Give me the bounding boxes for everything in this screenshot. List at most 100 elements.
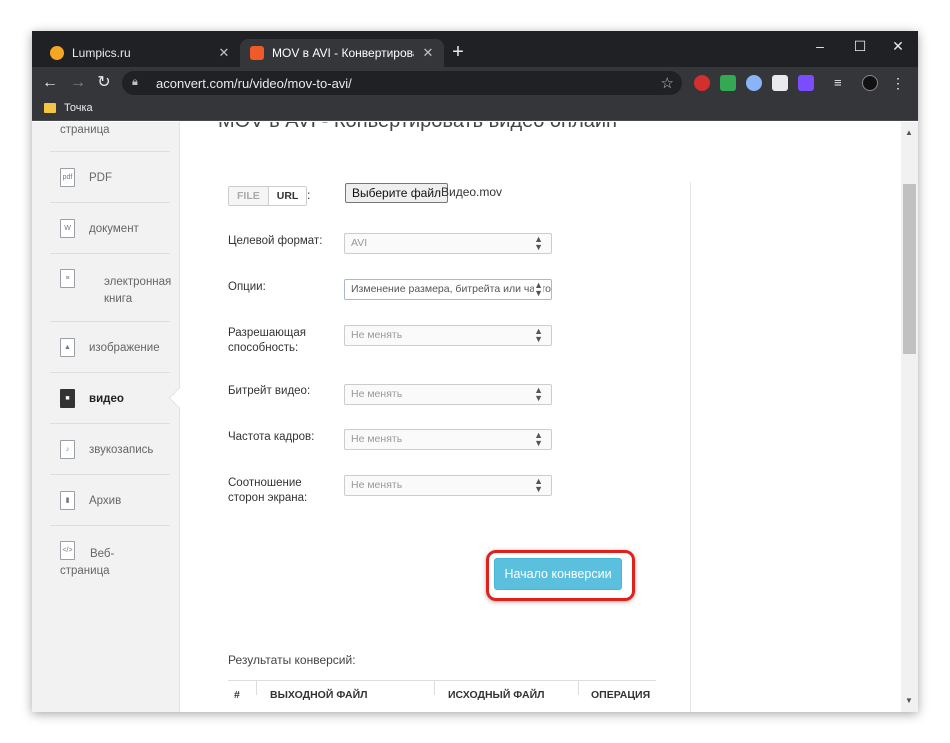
select-arrows-icon: ▲ ▼ bbox=[534, 476, 543, 494]
sidebar-item-archive[interactable]: ▮ Архив bbox=[50, 475, 170, 526]
select-value: Не менять bbox=[351, 388, 403, 400]
field-label-aspect: Соотношение сторон экрана: bbox=[228, 477, 308, 504]
aspect-ratio-select[interactable]: Не менять ▲ ▼ bbox=[344, 475, 552, 496]
tab-title: Lumpics.ru bbox=[72, 46, 131, 60]
source-colon: : bbox=[307, 188, 311, 202]
right-column-divider bbox=[690, 182, 691, 712]
web-page: страница pdf PDF W документ ≡ электронна… bbox=[32, 122, 918, 712]
resolution-select[interactable]: Не менять ▲ ▼ bbox=[344, 325, 552, 346]
field-label-framerate: Частота кадров: bbox=[228, 431, 315, 443]
sidebar: страница pdf PDF W документ ≡ электронна… bbox=[32, 122, 180, 712]
field-label-resolution: Разрешающая способность: bbox=[228, 327, 306, 354]
ebook-icon: ≡ bbox=[60, 269, 75, 288]
sidebar-item-label: Архив bbox=[89, 494, 122, 507]
col-divider bbox=[434, 681, 435, 695]
archive-icon: ▮ bbox=[60, 491, 75, 510]
sidebar-item-image[interactable]: ▲ изображение bbox=[50, 322, 170, 373]
sidebar-item-label: страница bbox=[60, 124, 110, 136]
globe-icon[interactable] bbox=[746, 75, 762, 91]
col-operation: ОПЕРАЦИЯ bbox=[591, 689, 651, 701]
tab-close-icon[interactable]: ✕ bbox=[216, 45, 232, 61]
url-tab[interactable]: URL bbox=[268, 187, 307, 205]
results-title: Результаты конверсий: bbox=[228, 653, 356, 667]
select-value: Не менять bbox=[351, 329, 403, 341]
browser-window: Lumpics.ru ✕ MOV в AVI - Конвертировать … bbox=[32, 31, 918, 712]
check-icon[interactable] bbox=[720, 75, 736, 91]
bookmark-tochka[interactable]: Точка bbox=[44, 102, 93, 114]
video-icon: ■ bbox=[60, 389, 75, 408]
tab-aconvert[interactable]: MOV в AVI - Конвертировать в ✕ bbox=[240, 39, 444, 67]
file-tab[interactable]: FILE bbox=[229, 187, 269, 205]
select-arrows-icon: ▲ ▼ bbox=[534, 234, 543, 252]
media-icon[interactable]: ≡ bbox=[834, 75, 850, 91]
col-source-file: ИСХОДНЫЙ ФАЙЛ bbox=[448, 689, 545, 701]
col-divider bbox=[578, 681, 579, 695]
browser-toolbar: ← → ↻ 🔒︎ aconvert.com/ru/video/mov-to-av… bbox=[32, 67, 918, 99]
bookmarks-bar: Точка bbox=[32, 99, 918, 121]
results-table-header: # ВЫХОДНОЙ ФАЙЛ ИСХОДНЫЙ ФАЙЛ ОПЕРАЦИЯ bbox=[228, 680, 656, 712]
sidebar-item-label: видео bbox=[89, 392, 124, 405]
sidebar-item-label: изображение bbox=[89, 341, 160, 354]
forward-arrow-icon[interactable]: → bbox=[68, 73, 88, 93]
source-toggle: FILE URL bbox=[228, 186, 308, 206]
select-value: Не менять bbox=[351, 479, 403, 491]
folder-icon bbox=[44, 103, 56, 113]
choose-file-button[interactable]: Выберите файл bbox=[345, 183, 449, 203]
start-conversion-button[interactable]: Начало конверсии bbox=[494, 558, 622, 590]
framerate-select[interactable]: Не менять ▲ ▼ bbox=[344, 429, 552, 450]
bookmark-star-icon[interactable]: ☆ bbox=[661, 74, 674, 92]
sidebar-item-page[interactable]: страница bbox=[50, 122, 170, 152]
target-format-select[interactable]: AVI ▲ ▼ bbox=[344, 233, 552, 254]
field-label-format: Целевой формат: bbox=[228, 235, 323, 247]
bitrate-select[interactable]: Не менять ▲ ▼ bbox=[344, 384, 552, 405]
close-window-button[interactable]: ✕ bbox=[878, 35, 918, 57]
url-text: aconvert.com/ru/video/mov-to-avi/ bbox=[156, 75, 352, 91]
tab-close-icon[interactable]: ✕ bbox=[420, 45, 436, 61]
page-scrollbar[interactable]: ▲ ▼ bbox=[901, 122, 918, 712]
minimize-button[interactable]: – bbox=[800, 35, 840, 57]
sidebar-item-document[interactable]: W документ bbox=[50, 203, 170, 254]
tab-lumpics[interactable]: Lumpics.ru ✕ bbox=[44, 39, 240, 67]
field-label-options: Опции: bbox=[228, 281, 266, 293]
word-icon: W bbox=[60, 219, 75, 238]
scrollbar-thumb[interactable] bbox=[903, 184, 916, 354]
maximize-button[interactable]: ☐ bbox=[840, 35, 880, 57]
select-value: AVI bbox=[351, 237, 368, 249]
select-value: Изменение размера, битрейта или часто bbox=[351, 283, 551, 295]
sidebar-item-audio[interactable]: ♪ звукозапись bbox=[50, 424, 170, 475]
scroll-down-icon[interactable]: ▼ bbox=[905, 696, 913, 705]
sidebar-item-ebook[interactable]: ≡ электронная книга bbox=[50, 254, 171, 322]
sidebar-item-label: PDF bbox=[89, 171, 112, 184]
ad-icon[interactable] bbox=[798, 75, 814, 91]
select-arrows-icon: ▲ ▼ bbox=[534, 326, 543, 344]
bookmark-label: Точка bbox=[64, 102, 93, 114]
lumpics-favicon-icon bbox=[50, 46, 64, 60]
col-output-file: ВЫХОДНОЙ ФАЙЛ bbox=[270, 689, 368, 701]
sidebar-item-label: Веб-страница bbox=[60, 548, 115, 577]
back-arrow-icon[interactable]: ← bbox=[40, 73, 60, 93]
page-title: MOV в AVI - Конвертировать видео онлайн bbox=[218, 122, 617, 133]
menu-icon[interactable]: ⋮ bbox=[890, 75, 906, 91]
audio-icon: ♪ bbox=[60, 440, 75, 459]
col-number: # bbox=[234, 689, 240, 701]
reload-icon[interactable]: ↻ bbox=[94, 73, 114, 93]
select-arrows-icon: ▲ ▼ bbox=[534, 430, 543, 448]
lock-icon: 🔒︎ bbox=[132, 76, 138, 88]
avatar[interactable] bbox=[862, 75, 878, 91]
sidebar-item-webpage[interactable]: </> Веб-страница bbox=[50, 526, 170, 596]
scroll-up-icon[interactable]: ▲ bbox=[905, 128, 913, 137]
select-arrows-icon: ▲ ▼ bbox=[534, 280, 543, 298]
options-select[interactable]: Изменение размера, битрейта или часто ▲ ▼ bbox=[344, 279, 552, 300]
sidebar-item-pdf[interactable]: pdf PDF bbox=[50, 152, 170, 203]
sidebar-item-video[interactable]: ■ видео bbox=[50, 373, 170, 424]
address-bar[interactable]: 🔒︎ aconvert.com/ru/video/mov-to-avi/ ☆ bbox=[122, 71, 682, 95]
opera-icon[interactable] bbox=[694, 75, 710, 91]
new-tab-button[interactable]: + bbox=[448, 42, 468, 62]
sidebar-item-label: звукозапись bbox=[89, 443, 154, 456]
puzzle-icon[interactable] bbox=[772, 75, 788, 91]
select-arrows-icon: ▲ ▼ bbox=[534, 385, 543, 403]
sidebar-item-label: электронная книга bbox=[104, 276, 172, 305]
image-icon: ▲ bbox=[60, 338, 75, 357]
title-bar: Lumpics.ru ✕ MOV в AVI - Конвертировать … bbox=[32, 31, 918, 67]
pdf-icon: pdf bbox=[60, 168, 75, 187]
